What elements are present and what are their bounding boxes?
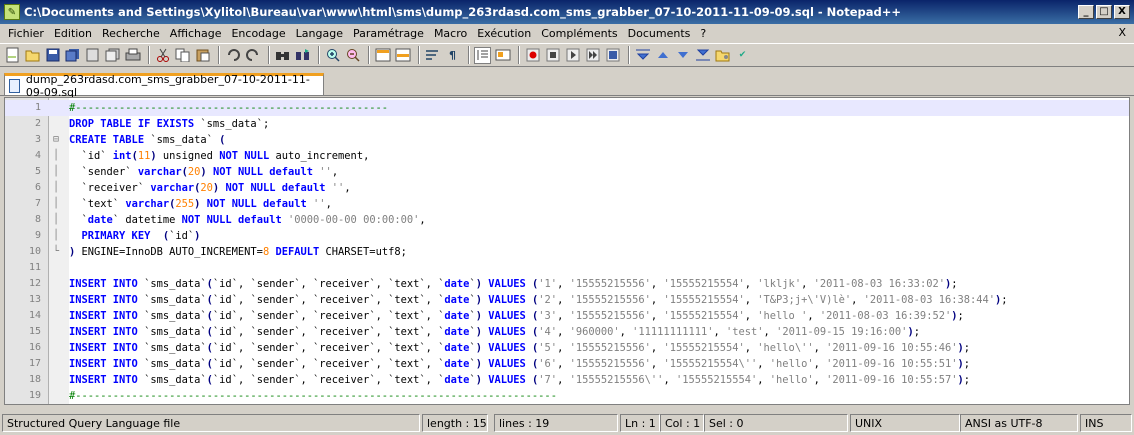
run-macro-multiple-icon[interactable] [584, 47, 601, 64]
toolbar-separator [268, 46, 270, 64]
print-icon[interactable] [124, 47, 141, 64]
menu-affichage[interactable]: Affichage [166, 27, 228, 40]
open-icon[interactable] [24, 47, 41, 64]
document-icon [9, 78, 20, 93]
folder-tools-icon[interactable] [714, 47, 731, 64]
code-line: 11 [28, 262, 41, 273]
next-icon[interactable] [674, 47, 691, 64]
word-wrap-icon[interactable] [424, 47, 441, 64]
code-line: 14 INSERT INTO `sms_data`(`id`, `sender`,… [28, 310, 964, 322]
code-line: 10 └) ENGINE=InnoDB AUTO_INCREMENT=8 DEFA… [28, 246, 407, 258]
save-macro-icon[interactable] [604, 47, 621, 64]
new-file-icon[interactable] [4, 47, 21, 64]
menu-help[interactable]: ? [696, 27, 712, 40]
window-title: C:\Documents and Settings\Xylitol\Bureau… [24, 5, 902, 19]
title-bar: ✎ C:\Documents and Settings\Xylitol\Bure… [0, 0, 1134, 24]
close-document-button[interactable]: X [1118, 26, 1126, 39]
prev-icon[interactable] [654, 47, 671, 64]
save-icon[interactable] [44, 47, 61, 64]
toolbar-separator [418, 46, 420, 64]
status-encoding: ANSI as UTF-8 [960, 414, 1078, 432]
code-line: 17 INSERT INTO `sms_data`(`id`, `sender`,… [28, 358, 971, 370]
toolbar-separator [518, 46, 520, 64]
sync-horizontal-icon[interactable] [394, 47, 411, 64]
code-line: 7 │ `text` varchar(255) NOT NULL default … [34, 198, 332, 210]
user-lang-icon[interactable] [494, 47, 511, 64]
zoom-in-icon[interactable] [324, 47, 341, 64]
toolbar-separator [628, 46, 630, 64]
menu-parametrage[interactable]: Paramétrage [349, 27, 430, 40]
code-line: 6 │ `receiver` varchar(20) NOT NULL defau… [34, 182, 351, 194]
status-ln: Ln : 1 [620, 414, 660, 432]
code-line: 9 │ PRIMARY KEY (`id`) [34, 230, 201, 242]
zoom-out-icon[interactable] [344, 47, 361, 64]
code-line: 3 ⊟ CREATE TABLE `sms_data` ( [34, 134, 226, 146]
indent-guide-icon[interactable] [474, 46, 491, 64]
code-line: 12 INSERT INTO `sms_data`(`id`, `sender`,… [28, 278, 958, 290]
status-length: length : 1531 [422, 414, 488, 432]
bookmark-icon[interactable] [694, 47, 711, 64]
toolbar: ¶ ✔ [0, 43, 1134, 67]
status-col: Col : 1 [660, 414, 704, 432]
maximize-button[interactable]: □ [1096, 5, 1112, 19]
stop-macro-icon[interactable] [544, 47, 561, 64]
replace-icon[interactable] [294, 47, 311, 64]
code-line: 18 INSERT INTO `sms_data`(`id`, `sender`,… [28, 374, 971, 386]
copy-icon[interactable] [174, 47, 191, 64]
editor[interactable]: 1 #--------------------------------------… [4, 97, 1130, 405]
tab-label: dump_263rdasd.com_sms_grabber_07-10-2011… [25, 72, 310, 99]
save-all-icon[interactable] [64, 47, 81, 64]
sync-vertical-icon[interactable] [374, 47, 391, 64]
code-line: 8 │ `date` datetime NOT NULL default '000… [34, 214, 426, 226]
toolbar-separator [368, 46, 370, 64]
minimize-button[interactable]: _ [1078, 5, 1094, 19]
menu-recherche[interactable]: Recherche [98, 27, 166, 40]
menu-langage[interactable]: Langage [292, 27, 349, 40]
close-button[interactable]: X [1114, 5, 1130, 19]
status-eol: UNIX [850, 414, 960, 432]
code-line: 5 │ `sender` varchar(20) NOT NULL default… [34, 166, 339, 178]
close-icon[interactable] [84, 47, 101, 64]
code-line: 13 INSERT INTO `sms_data`(`id`, `sender`,… [28, 294, 1008, 306]
status-language: Structured Query Language file [2, 414, 420, 432]
code-line: 4 │ `id` int(11) unsigned NOT NULL auto_i… [34, 150, 370, 162]
status-lines: lines : 19 [494, 414, 618, 432]
status-ins: INS [1080, 414, 1132, 432]
notepadpp-icon: ✎ [4, 4, 20, 20]
code-line: 2 DROP TABLE IF EXISTS `sms_data`; [34, 118, 270, 130]
menu-bar: Fichier Edition Recherche Affichage Enco… [0, 24, 1134, 42]
tab-bar: dump_263rdasd.com_sms_grabber_07-10-2011… [0, 69, 1134, 99]
toolbar-separator [148, 46, 150, 64]
code-line: 15 INSERT INTO `sms_data`(`id`, `sender`,… [28, 326, 920, 338]
code-line: 16 INSERT INTO `sms_data`(`id`, `sender`,… [28, 342, 971, 354]
close-all-icon[interactable] [104, 47, 121, 64]
menu-edition[interactable]: Edition [50, 27, 98, 40]
redo-icon[interactable] [244, 47, 261, 64]
paste-icon[interactable] [194, 47, 211, 64]
menu-fichier[interactable]: Fichier [4, 27, 50, 40]
menu-encodage[interactable]: Encodage [227, 27, 291, 40]
code-line: 1 #--------------------------------------… [5, 100, 1129, 116]
toolbar-separator [468, 46, 470, 64]
toolbar-separator [318, 46, 320, 64]
cut-icon[interactable] [154, 47, 171, 64]
record-macro-icon[interactable] [524, 47, 541, 64]
undo-icon[interactable] [224, 47, 241, 64]
menu-documents[interactable]: Documents [624, 27, 697, 40]
menu-complements[interactable]: Compléments [537, 27, 623, 40]
tab-document[interactable]: dump_263rdasd.com_sms_grabber_07-10-2011… [4, 73, 324, 99]
code-line: 19 #-------------------------------------… [28, 390, 557, 402]
status-bar: Structured Query Language file length : … [0, 411, 1134, 435]
show-all-chars-icon[interactable]: ¶ [444, 47, 461, 64]
toolbar-separator [218, 46, 220, 64]
launch-icon[interactable] [634, 47, 651, 64]
menu-macro[interactable]: Macro [430, 27, 473, 40]
play-macro-icon[interactable] [564, 47, 581, 64]
menu-execution[interactable]: Exécution [473, 27, 537, 40]
find-icon[interactable] [274, 47, 291, 64]
status-sel: Sel : 0 [704, 414, 848, 432]
spell-check-icon[interactable]: ✔ [734, 47, 751, 64]
